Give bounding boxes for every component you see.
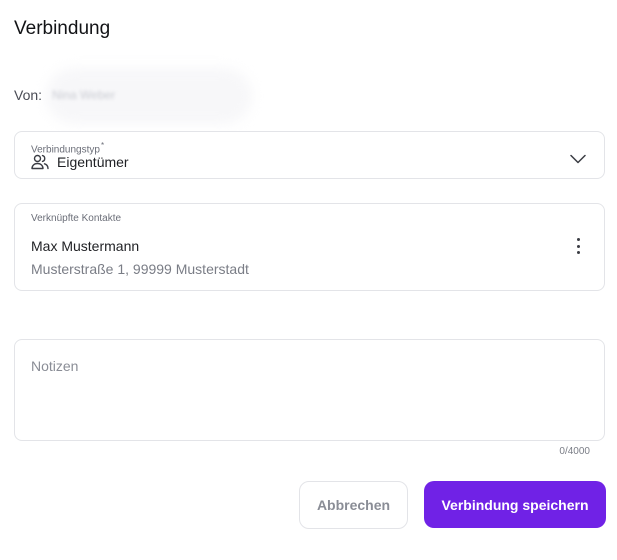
notes-character-counter: 0/4000: [559, 446, 590, 457]
from-row: Von: Nina Weber: [14, 86, 119, 104]
cancel-button[interactable]: Abbrechen: [299, 481, 408, 529]
save-connection-button[interactable]: Verbindung speichern: [424, 481, 606, 528]
linked-contacts-card: Verknüpfte Kontakte Max Mustermann Muste…: [14, 203, 605, 291]
kebab-dot: [576, 238, 580, 241]
dialog-title: Verbindung: [14, 18, 111, 39]
chevron-down-icon[interactable]: [570, 151, 586, 164]
more-vertical-icon[interactable]: [574, 238, 582, 254]
linked-contacts-label: Verknüpfte Kontakte: [31, 213, 122, 224]
from-value: Nina Weber: [52, 88, 116, 102]
kebab-dot: [576, 244, 580, 248]
contact-name: Max Mustermann: [31, 238, 140, 254]
users-icon: [31, 154, 49, 170]
from-label: Von:: [14, 87, 43, 103]
notes-input[interactable]: [15, 340, 604, 440]
contact-address: Musterstraße 1, 99999 Musterstadt: [31, 261, 249, 277]
kebab-dot: [576, 251, 580, 254]
required-marker: *: [100, 141, 105, 150]
connection-type-select[interactable]: Verbindungstyp* Eigentümer: [14, 131, 605, 179]
connection-type-value-row: Eigentümer: [31, 154, 129, 170]
notes-field: [14, 339, 605, 441]
connection-type-value: Eigentümer: [57, 154, 129, 170]
